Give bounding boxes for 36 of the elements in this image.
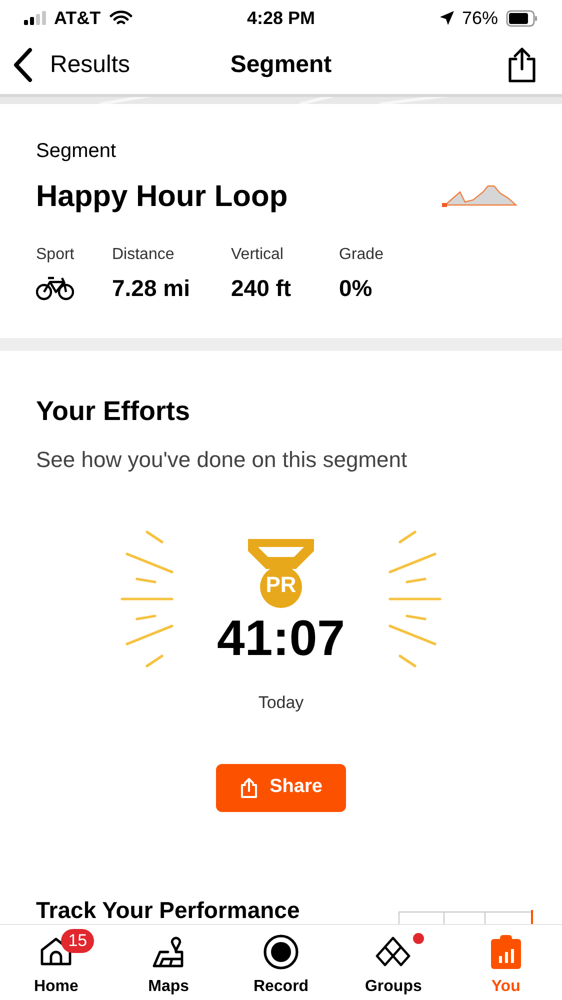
clipboard-chart-icon: [490, 934, 522, 970]
location-arrow-icon: [440, 11, 454, 25]
stat-label: Distance: [112, 245, 176, 265]
signal-icon: [24, 11, 46, 25]
stat-value: 7.28 mi: [112, 274, 191, 303]
back-button[interactable]: Results: [12, 47, 130, 83]
clock-time: 4:28 PM: [246, 6, 316, 30]
effort-date: Today: [257, 692, 305, 714]
share-icon: [506, 47, 538, 83]
chevron-left-icon: [12, 47, 34, 83]
page-title: Segment: [230, 50, 332, 80]
pr-badge-text: PR: [264, 574, 298, 596]
bike-icon: [36, 275, 74, 301]
groups-icon: [374, 935, 412, 969]
record-icon: [263, 934, 300, 970]
stat-label: Vertical: [231, 245, 284, 265]
tab-bar-item[interactable]: Groups: [337, 933, 450, 999]
segment-label: Segment: [36, 139, 118, 164]
notification-count: 15: [61, 929, 94, 953]
effort-time: 41:07: [217, 613, 345, 663]
stat-value: 240 ft: [231, 274, 292, 303]
wifi-icon: [108, 10, 133, 26]
segment-name: Happy Hour Loop: [36, 179, 288, 215]
tab-bar-item[interactable]: Record: [224, 933, 338, 999]
share-icon: [240, 778, 258, 798]
tab-bar-item[interactable]: Maps: [112, 933, 225, 999]
section-title: Your Efforts: [36, 394, 191, 428]
carrier-name: AT&T: [54, 6, 101, 30]
stat-label: Sport: [36, 245, 76, 265]
stat-value: 0%: [339, 274, 374, 303]
battery-percent: 76%: [462, 6, 498, 30]
battery-icon: [506, 10, 538, 26]
stat-label: Grade: [339, 245, 384, 265]
section-subtitle: See how you've done on this segment: [36, 446, 408, 474]
share-icon-button[interactable]: [506, 47, 538, 83]
performance-title: Track Your Performance: [36, 896, 301, 924]
